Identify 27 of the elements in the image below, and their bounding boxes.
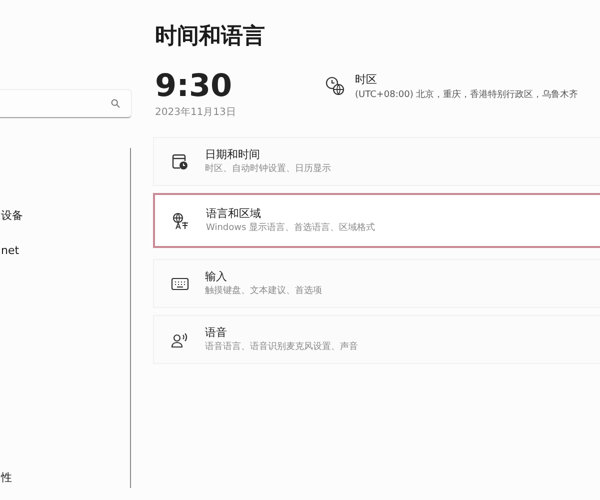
card-title: 日期和时间 (205, 147, 261, 163)
card-title: 输入 (205, 269, 228, 285)
settings-card[interactable]: 输入 触摸键盘、文本建议、首选项 (153, 259, 600, 308)
card-title: 语言和区域 (206, 206, 262, 222)
search-icon (111, 99, 120, 108)
page-title: 时间和语言 (155, 22, 266, 51)
language-icon (172, 212, 190, 230)
clock-time: 9:30 (155, 69, 234, 103)
settings-card[interactable]: 语音 语音语言、语音识别麦克风设置、声音 (153, 315, 600, 364)
timezone-label: 时区 (355, 72, 378, 88)
sidebar-item[interactable]: 设备 (1, 206, 23, 241)
sidebar-item[interactable]: 性 (1, 468, 12, 488)
card-subtitle: 时区、自动时钟设置、日历显示 (205, 163, 331, 176)
clock-globe-icon (325, 76, 345, 96)
timezone-value: (UTC+08:00) 北京，重庆，香港特别行政区，乌鲁木齐 (355, 88, 578, 102)
speech-icon (171, 330, 189, 348)
clock-date: 2023年11月13日 (155, 106, 237, 119)
search-field[interactable] (0, 90, 131, 118)
card-title: 语音 (205, 325, 228, 341)
settings-card[interactable]: 日期和时间 时区、自动时钟设置、日历显示 (153, 137, 600, 186)
keyboard-icon (171, 276, 189, 290)
card-subtitle: Windows 显示语言、首选语言、区域格式 (206, 222, 376, 235)
card-subtitle: 语音语言、语音识别麦克风设置、声音 (205, 341, 358, 354)
sidebar-item[interactable]: net (1, 241, 20, 276)
settings-card[interactable]: 语言和区域 Windows 显示语言、首选语言、区域格式 (153, 193, 600, 248)
card-subtitle: 触摸键盘、文本建议、首选项 (205, 285, 322, 298)
calendar-clock-icon (171, 152, 189, 170)
